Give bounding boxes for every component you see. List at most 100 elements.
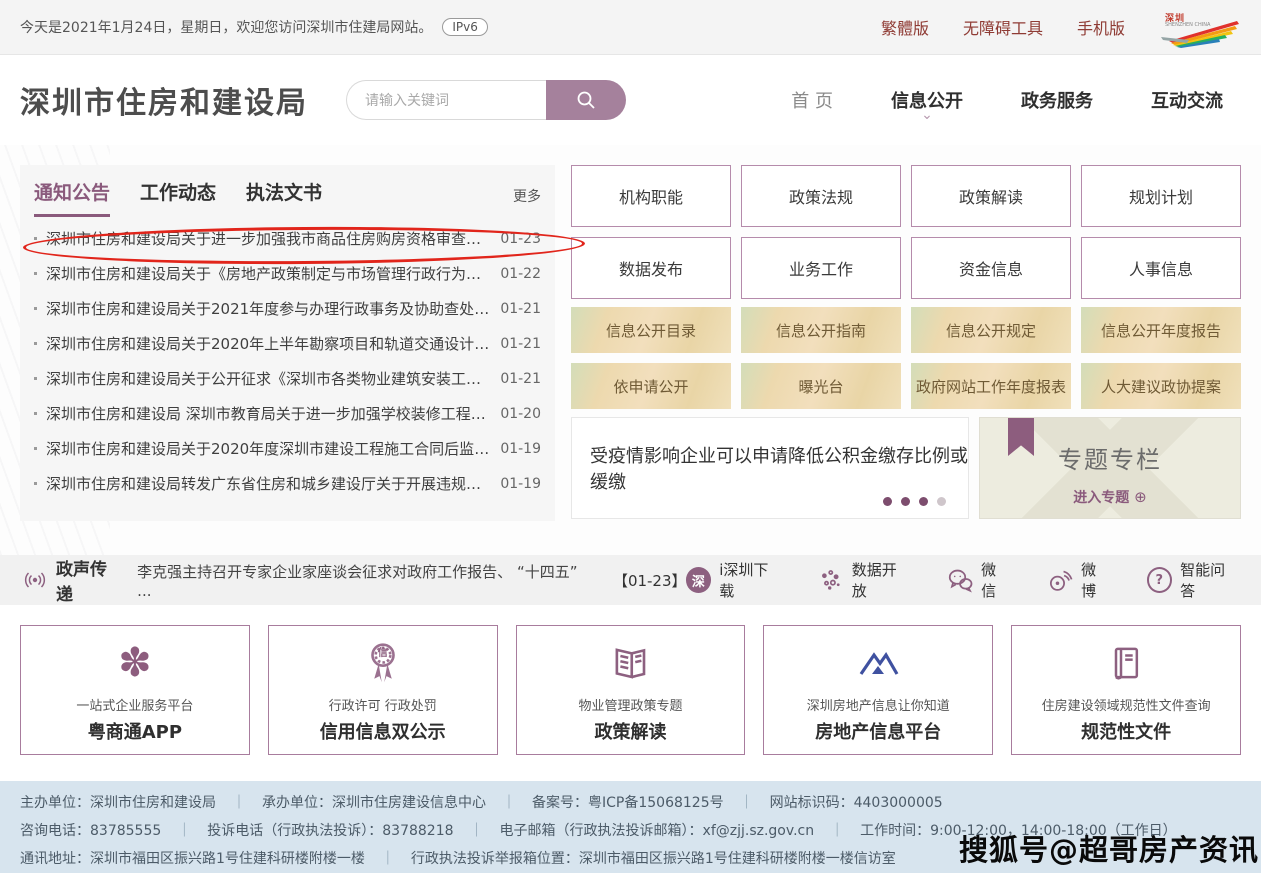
card-subtitle: 深圳房地产信息让你知道 (807, 695, 950, 714)
news-item[interactable]: 深圳市住房和建设局关于2021年度参与办理行政事务及协助查处建... 01-21 (34, 291, 541, 326)
carousel-banner[interactable]: 受疫情影响企业可以申请降低公积金缴存比例或缓缴 (571, 417, 969, 519)
card-credit-disclosure[interactable]: 信 行政许可 行政处罚 信用信息双公示 (268, 625, 498, 755)
quicklink-business-work[interactable]: 业务工作 (741, 237, 901, 299)
quicklink-exposure-platform[interactable]: 曝光台 (741, 363, 901, 409)
tab-enforcement-documents[interactable]: 执法文书 (246, 178, 322, 217)
main-content: 通知公告 工作动态 执法文书 更多 深圳市住房和建设局关于进一步加强我市商品住房… (0, 145, 1261, 555)
news-item[interactable]: 深圳市住房和建设局 深圳市教育局关于进一步加强学校装修工程质... 01-20 (34, 396, 541, 431)
separator: ｜ (502, 789, 516, 817)
special-column-box[interactable]: 专题专栏 进入专题 ⊕ (979, 417, 1241, 519)
voice-label: 政声传递 (56, 555, 123, 605)
card-title: 粤商通APP (88, 718, 182, 744)
card-real-estate-platform[interactable]: 深圳房地产信息让你知道 房地产信息平台 (763, 625, 993, 755)
tool-label: 智能问答 (1180, 559, 1239, 601)
voice-date: 【01-23】 (613, 570, 686, 591)
link-traditional-chinese[interactable]: 繁體版 (881, 15, 929, 39)
nav-interaction[interactable]: 互动交流 (1151, 87, 1223, 113)
quicklink-policies-regulations[interactable]: 政策法规 (741, 165, 901, 227)
news-item[interactable]: 深圳市住房和建设局关于2020年度深圳市建设工程施工合同后监管... 01-19 (34, 431, 541, 466)
topbar-left: 今天是2021年1月24日，星期日，欢迎您访问深圳市住建局网站。 IPv6 (20, 17, 488, 37)
news-item[interactable]: 深圳市住房和建设局转发广东省住房和城乡建设厅关于开展违规海... 01-19 (34, 466, 541, 501)
news-item-title: 深圳市住房和建设局关于公开征求《深圳市各类物业建筑安装工程... (46, 368, 491, 389)
bullet-icon (34, 342, 37, 345)
tab-notices[interactable]: 通知公告 (34, 178, 110, 217)
search-input[interactable] (346, 80, 546, 120)
footer-row-1: 主办单位：深圳市住房和建设局 ｜ 承办单位：深圳市住房建设信息中心 ｜ 备案号：… (20, 789, 1241, 817)
footer-site-code: 网站标识码：4403000005 (770, 789, 943, 817)
news-item-date: 01-23 (500, 231, 541, 247)
quicklink-request-disclosure[interactable]: 依申请公开 (571, 363, 731, 409)
link-mobile-version[interactable]: 手机版 (1077, 15, 1125, 39)
welcome-text: 今天是2021年1月24日，星期日，欢迎您访问深圳市住建局网站。 (20, 17, 432, 37)
card-yueshangtong-app[interactable]: ✽ 一站式企业服务平台 粤商通APP (20, 625, 250, 755)
quicklink-funds-info[interactable]: 资金信息 (911, 237, 1071, 299)
footer-email: 电子邮箱（行政执法投诉邮箱）：xf@zjj.sz.gov.cn (500, 817, 815, 845)
quicklink-website-annual-report[interactable]: 政府网站工作年度报表 (911, 363, 1071, 409)
quicklink-org-functions[interactable]: 机构职能 (571, 165, 731, 227)
card-subtitle: 物业管理政策专题 (578, 695, 682, 714)
tool-smart-qa[interactable]: ? 智能问答 (1147, 559, 1239, 601)
link-accessibility-tools[interactable]: 无障碍工具 (963, 15, 1043, 39)
quick-links-panel: 机构职能 政策法规 政策解读 规划计划 数据发布 业务工作 资金信息 人事信息 … (571, 165, 1241, 555)
tool-open-data[interactable]: 数据开放 (818, 559, 910, 601)
voice-headline[interactable]: 李克强主持召开专家企业家座谈会征求对政府工作报告、 “十四五” ... (137, 561, 591, 600)
carousel-dot[interactable] (937, 497, 946, 506)
quicklink-disclosure-guide[interactable]: 信息公开指南 (741, 307, 901, 353)
nav-government-services[interactable]: 政务服务 (1021, 87, 1093, 113)
tool-label: 微信 (981, 559, 1010, 601)
quicklink-data-release[interactable]: 数据发布 (571, 237, 731, 299)
card-regulatory-documents[interactable]: 住房建设领域规范性文件查询 规范性文件 (1011, 625, 1241, 755)
rainbow-swoosh-icon (1159, 19, 1241, 49)
tool-iszdownload[interactable]: 深 i深圳下载 (686, 559, 783, 601)
news-item[interactable]: 深圳市住房和建设局关于进一步加强我市商品住房购房资格审查和... 01-23 (34, 221, 541, 256)
medal-icon: 信 (362, 637, 404, 689)
question-head-icon: ? (1147, 567, 1173, 593)
quicklink-personnel-info[interactable]: 人事信息 (1081, 237, 1241, 299)
news-item-title: 深圳市住房和建设局 深圳市教育局关于进一步加强学校装修工程质... (46, 403, 491, 424)
tool-wechat[interactable]: 微信 (947, 559, 1011, 601)
card-policy-interpretation[interactable]: 物业管理政策专题 政策解读 (516, 625, 746, 755)
nav-info-disclosure[interactable]: 信息公开 ⌄ (891, 87, 963, 113)
news-item[interactable]: 深圳市住房和建设局关于公开征求《深圳市各类物业建筑安装工程... 01-21 (34, 361, 541, 396)
carousel-dots (883, 497, 946, 506)
news-item-title: 深圳市住房和建设局关于《房地产政策制定与市场管理行政行为规... (46, 263, 491, 284)
news-list: 深圳市住房和建设局关于进一步加强我市商品住房购房资格审查和... 01-23 深… (34, 217, 541, 501)
quicklink-policy-interpretation[interactable]: 政策解读 (911, 165, 1071, 227)
more-link[interactable]: 更多 (513, 186, 541, 217)
quicklink-planning[interactable]: 规划计划 (1081, 165, 1241, 227)
news-item-date: 01-19 (500, 441, 541, 457)
special-column-title: 专题专栏 (980, 440, 1240, 475)
tab-work-updates[interactable]: 工作动态 (140, 178, 216, 217)
carousel-dot[interactable] (883, 497, 892, 506)
data-cluster-icon (818, 567, 844, 593)
carousel-dot[interactable] (901, 497, 910, 506)
i-shenzhen-icon: 深 (686, 567, 712, 593)
white-link-grid: 机构职能 政策法规 政策解读 规划计划 数据发布 业务工作 资金信息 人事信息 (571, 165, 1241, 299)
carousel-dot[interactable] (919, 497, 928, 506)
news-item[interactable]: 深圳市住房和建设局关于《房地产政策制定与市场管理行政行为规... 01-22 (34, 256, 541, 291)
tool-weibo[interactable]: 微博 (1047, 559, 1111, 601)
nav-home[interactable]: 首 页 (791, 87, 833, 113)
news-item-title: 深圳市住房和建设局关于2020年度深圳市建设工程施工合同后监管... (46, 438, 491, 459)
card-title: 政策解读 (594, 718, 666, 744)
ipv6-badge[interactable]: IPv6 (442, 18, 488, 36)
card-title: 房地产信息平台 (815, 718, 941, 744)
quicklink-disclosure-rules[interactable]: 信息公开规定 (911, 307, 1071, 353)
separator: ｜ (830, 817, 844, 845)
quicklink-npc-cppcc-proposals[interactable]: 人大建议政协提案 (1081, 363, 1241, 409)
news-item-date: 01-21 (500, 371, 541, 387)
quicklink-annual-report[interactable]: 信息公开年度报告 (1081, 307, 1241, 353)
separator: ｜ (232, 789, 246, 817)
chevron-down-icon: ⌄ (921, 107, 933, 123)
news-item[interactable]: 深圳市住房和建设局关于2020年上半年勘察项目和轨道交通设计项... 01-21 (34, 326, 541, 361)
topbar: 今天是2021年1月24日，星期日，欢迎您访问深圳市住建局网站。 IPv6 繁體… (0, 0, 1261, 55)
quicklink-disclosure-catalog[interactable]: 信息公开目录 (571, 307, 731, 353)
footer-address: 通讯地址：深圳市福田区振兴路1号住建科研楼附楼一楼 (20, 845, 365, 873)
bullet-icon (34, 237, 37, 240)
news-item-date: 01-20 (500, 406, 541, 422)
search-button[interactable] (546, 80, 626, 120)
enter-special-link[interactable]: 进入专题 ⊕ (980, 487, 1240, 507)
wechat-icon (947, 567, 973, 594)
news-item-date: 01-19 (500, 476, 541, 492)
watermark-text: 搜狐号@超哥房产资讯 (959, 827, 1259, 869)
